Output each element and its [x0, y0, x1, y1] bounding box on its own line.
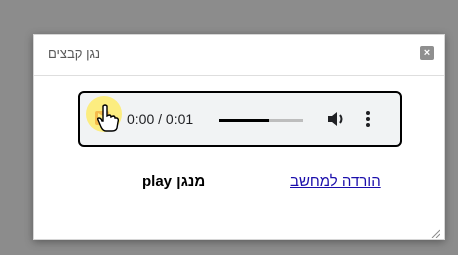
time-display: 0:00 / 0:01 [127, 111, 194, 127]
volume-icon[interactable] [328, 111, 348, 127]
download-link[interactable]: הורדה למחשב [290, 173, 381, 190]
dialog-title: נגן קבצים [48, 46, 101, 61]
resize-grip[interactable] [430, 225, 441, 239]
hand-cursor-icon [96, 104, 120, 132]
player-label: מנגן play [142, 173, 206, 190]
close-icon[interactable]: × [420, 46, 434, 60]
file-player-dialog: נגן קבצים × 0:00 / 0:01 הורדה למחשב מנגן… [33, 34, 445, 240]
progress-fill [219, 119, 270, 122]
audio-player: 0:00 / 0:01 [78, 91, 402, 147]
dialog-titlebar[interactable]: נגן קבצים × [34, 35, 444, 76]
progress-bar[interactable] [219, 119, 303, 122]
close-symbol: × [423, 47, 431, 59]
more-options-icon[interactable] [365, 111, 371, 127]
